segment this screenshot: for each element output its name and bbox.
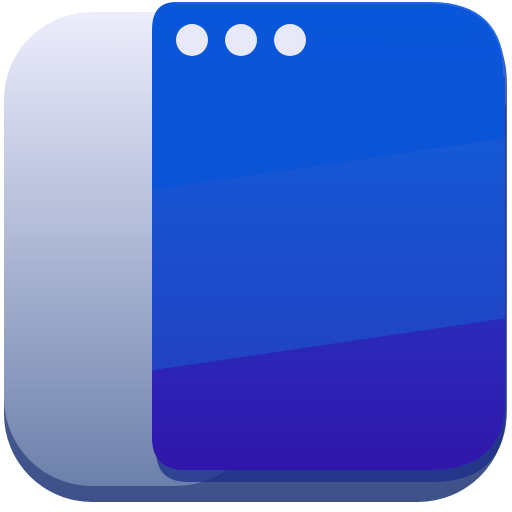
window-control-dot-icon (225, 24, 257, 56)
content-panel (152, 2, 505, 470)
window-sidebar-app-icon (4, 2, 507, 502)
window-control-dot-icon (176, 24, 208, 56)
window-controls (176, 24, 306, 56)
app-icon (0, 0, 512, 512)
window-control-dot-icon (274, 24, 306, 56)
